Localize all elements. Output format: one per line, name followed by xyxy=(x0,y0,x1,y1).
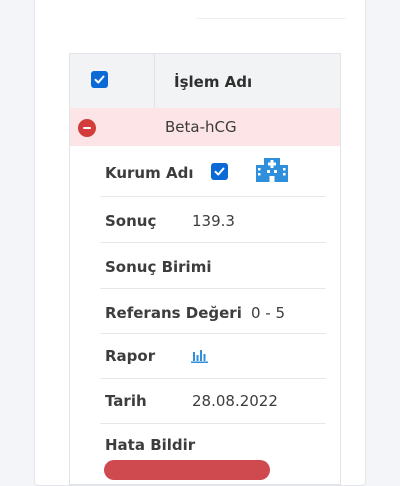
report-error-button[interactable] xyxy=(104,460,270,480)
hospital-building-icon[interactable] xyxy=(255,156,289,182)
detail-row-sonuc-birimi: Sonuç Birimi xyxy=(100,242,326,289)
checkmark-icon xyxy=(214,167,225,176)
detail-row-kurum: Kurum Adı xyxy=(100,146,326,197)
tarih-value: 28.08.2022 xyxy=(192,392,278,410)
sonuc-label: Sonuç xyxy=(105,212,157,230)
checkmark-icon xyxy=(94,75,105,84)
hata-bildir-label: Hata Bildir xyxy=(105,436,196,454)
kurum-checkbox[interactable] xyxy=(211,163,228,180)
detail-row-sonuc: Sonuç 139.3 xyxy=(100,196,326,243)
bar-chart-icon[interactable] xyxy=(191,347,208,363)
table-row-beta-hcg[interactable]: Beta-hCG xyxy=(70,108,340,146)
detail-row-referans: Referans Değeri 0 - 5 xyxy=(100,288,326,334)
select-all-checkbox[interactable] xyxy=(91,71,108,88)
item-name: Beta-hCG xyxy=(165,118,237,136)
sonuc-birimi-label: Sonuç Birimi xyxy=(105,258,212,276)
column-divider xyxy=(154,54,155,108)
column-header-islem-adi[interactable]: İşlem Adı xyxy=(174,73,252,91)
rapor-label: Rapor xyxy=(105,347,156,365)
table-header: İşlem Adı xyxy=(70,54,340,109)
operations-table: İşlem Adı Beta-hCG Kurum Adı Sonuç 139.3… xyxy=(69,53,341,485)
referans-value: 0 - 5 xyxy=(251,304,286,322)
referans-label: Referans Değeri xyxy=(105,304,242,322)
kurum-label: Kurum Adı xyxy=(105,164,194,182)
detail-row-tarih: Tarih 28.08.2022 xyxy=(100,378,326,424)
tarih-label: Tarih xyxy=(105,392,147,410)
minus-circle-icon[interactable] xyxy=(78,119,96,137)
sonuc-value: 139.3 xyxy=(192,212,235,230)
detail-row-rapor: Rapor xyxy=(100,333,326,379)
divider xyxy=(196,18,346,19)
